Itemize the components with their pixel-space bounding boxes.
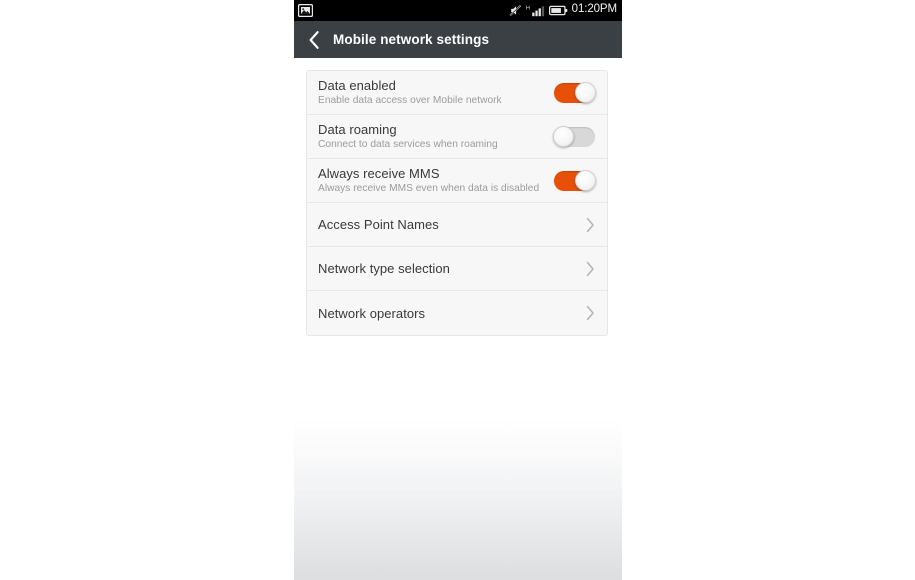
setting-subtitle: Enable data access over Mobile network [318,95,502,106]
toggle-knob [575,169,596,191]
page-title: Mobile network settings [333,32,490,47]
action-bar: Mobile network settings [294,21,622,58]
bottom-gradient [294,418,622,580]
photo-icon [297,3,314,18]
settings-card: Data enabled Enable data access over Mob… [306,70,608,336]
back-button[interactable] [303,25,325,55]
settings-content: Data enabled Enable data access over Mob… [294,58,622,580]
chevron-right-icon [586,261,595,277]
silent-mode-icon [509,4,522,17]
setting-row-network-type-selection[interactable]: Network type selection [307,247,607,291]
chevron-right-icon [586,217,595,233]
battery-icon [548,5,568,16]
setting-row-data-roaming[interactable]: Data roaming Connect to data services wh… [307,115,607,159]
setting-row-always-receive-mms[interactable]: Always receive MMS Always receive MMS ev… [307,159,607,203]
setting-title: Data roaming [318,122,397,137]
setting-subtitle: Connect to data services when roaming [318,139,498,150]
setting-subtitle: Always receive MMS even when data is dis… [318,183,540,194]
status-bar-clock: 01:20PM [571,3,617,16]
toggle-knob [553,125,574,147]
chevron-left-icon [308,30,320,50]
setting-title: Access Point Names [318,217,439,232]
toggle-always-receive-mms[interactable] [554,169,596,191]
toggle-data-enabled[interactable] [554,81,596,103]
setting-title: Data enabled [318,78,396,93]
chevron-right-icon [586,305,595,321]
setting-row-data-enabled[interactable]: Data enabled Enable data access over Mob… [307,71,607,115]
toggle-knob [575,81,596,103]
status-bar: H 01:20PM [294,0,622,21]
svg-text:H: H [526,5,530,11]
toggle-data-roaming[interactable] [553,125,595,147]
setting-title: Always receive MMS [318,166,440,181]
setting-title: Network type selection [318,261,450,276]
setting-row-network-operators[interactable]: Network operators [307,291,607,335]
setting-title: Network operators [318,305,426,321]
setting-row-access-point-names[interactable]: Access Point Names [307,203,607,247]
phone-screen: H 01:20PM Mobile network settings Data e… [294,0,622,580]
signal-bars-icon: H [526,4,545,18]
